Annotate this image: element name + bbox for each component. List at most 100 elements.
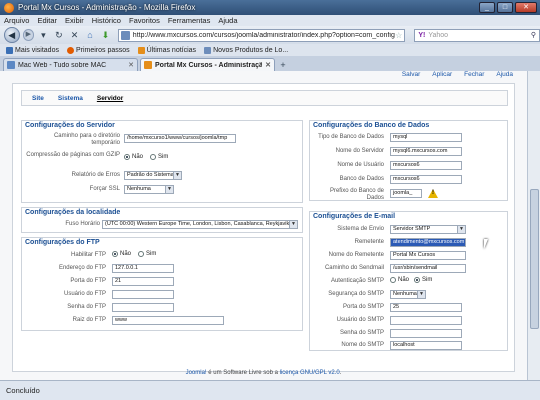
menu-exibir[interactable]: Exibir	[65, 16, 84, 25]
legend-banco: Configurações do Banco de Dados	[313, 122, 430, 129]
window-titlebar: Portal Mx Cursos - Administração - Mozil…	[0, 0, 540, 15]
radio-unselected-icon[interactable]	[138, 251, 144, 257]
chevron-down-icon: ▼	[289, 221, 297, 228]
warning-icon	[428, 189, 438, 198]
maximize-button[interactable]: □	[497, 2, 513, 13]
page-footer: Joomla! é um Software Livre sob a licenç…	[0, 370, 527, 376]
select-envio[interactable]: Servidor SMTP ▼	[390, 225, 466, 234]
input-ftp-user[interactable]	[112, 290, 174, 299]
menu-favoritos[interactable]: Favoritos	[129, 16, 160, 25]
tab-close-icon[interactable]: ✕	[265, 61, 271, 69]
radio-selected-icon[interactable]	[414, 277, 420, 283]
vertical-scrollbar[interactable]	[527, 71, 540, 380]
reload-icon[interactable]: ↻	[53, 29, 66, 42]
legend-localidade: Configurações da localidade	[25, 209, 121, 216]
bookmark-primeiros-passos[interactable]: Primeiros passos	[66, 46, 130, 54]
label-ssl: Forçar SSL	[89, 186, 120, 192]
input-ftp-pass[interactable]	[112, 303, 174, 312]
input-sendmail[interactable]: /usr/sbin/sendmail	[390, 264, 466, 273]
select-fuso[interactable]: (UTC 00:00) Western Europe Time, London,…	[102, 220, 298, 229]
label-gzip: Compressão de páginas com GZIP	[26, 152, 120, 158]
input-servidor-bd[interactable]: mysql6.mxcursos.com	[390, 147, 462, 156]
label-temp-dir: Caminho para o diretório temporário	[53, 133, 120, 146]
home-icon[interactable]: ⌂	[84, 29, 97, 42]
radio-unselected-icon[interactable]	[390, 277, 396, 283]
dropdown-history-icon[interactable]: ▾	[37, 29, 50, 42]
menu-editar[interactable]: Editar	[37, 16, 57, 25]
label-ftp-port: Porta do FTP	[70, 278, 106, 284]
input-banco-bd[interactable]: mxcursos6	[390, 175, 462, 184]
input-porta-smtp[interactable]: 25	[390, 303, 462, 312]
menu-historico[interactable]: Histórico	[92, 16, 121, 25]
input-usuario-bd[interactable]: mxcursos6	[390, 161, 462, 170]
tab-close-icon[interactable]: ✕	[128, 61, 134, 69]
select-seguranca-smtp[interactable]: Nenhuma ▼	[390, 290, 426, 299]
new-tab-icon[interactable]: +	[277, 60, 289, 71]
back-arrow-icon[interactable]: ◀	[4, 27, 20, 43]
input-temp-dir[interactable]: /home/mxcurso1/www/cursos/joomla/tmp	[124, 134, 236, 143]
stop-icon[interactable]: ✕	[68, 29, 81, 42]
tab-servidor[interactable]: Servidor	[97, 95, 123, 102]
chevron-down-icon: ▼	[173, 172, 181, 179]
radio-ftp-yes[interactable]: Sim	[138, 251, 156, 257]
radio-gzip-yes[interactable]: Sim	[150, 154, 168, 160]
minimize-button[interactable]: _	[479, 2, 495, 13]
forward-arrow-icon[interactable]: ▶	[22, 29, 35, 41]
firefox-small-icon	[66, 46, 74, 54]
select-ssl[interactable]: Nenhuma ▼	[124, 185, 174, 194]
radio-gzip-no[interactable]: Não	[124, 154, 143, 160]
bookmark-ultimas-noticias[interactable]: Últimas notícias	[137, 46, 196, 54]
label-tipo-bd: Tipo de Banco de Dados	[318, 134, 384, 140]
license-link[interactable]: licença GNU/GPL v2.0	[280, 370, 340, 376]
radio-auth-yes[interactable]: Sim	[414, 277, 432, 283]
menu-arquivo[interactable]: Arquivo	[4, 16, 29, 25]
fieldset-ftp: Configurações do FTP Habilitar FTP Não S…	[21, 237, 303, 331]
radio-selected-icon[interactable]	[124, 154, 130, 160]
tab-portal-mx-cursos[interactable]: Portal Mx Cursos - Administração ✕	[140, 58, 275, 71]
input-prefixo-bd[interactable]: joomla_	[390, 189, 422, 198]
help-button[interactable]: Ajuda	[496, 71, 513, 78]
yahoo-icon[interactable]: Y!	[418, 32, 425, 39]
bookmark-mais-visitados[interactable]: Mais visitados	[6, 46, 59, 54]
input-remetente[interactable]: atendimento@mxcursos.com	[390, 238, 466, 247]
bookmark-novos-produtos[interactable]: Novos Produtos de Lo...	[204, 46, 288, 54]
tab-site[interactable]: Site	[32, 95, 44, 102]
menu-ajuda[interactable]: Ajuda	[218, 16, 237, 25]
radio-unselected-icon[interactable]	[150, 154, 156, 160]
download-icon[interactable]: ⬇	[99, 29, 112, 42]
footer-text: é um Software Livre sob a	[206, 370, 280, 376]
status-bar: Concluído	[0, 380, 540, 400]
joomla-link[interactable]: Joomla!	[186, 370, 207, 376]
input-tipo-bd[interactable]: mysql	[390, 133, 462, 142]
save-button[interactable]: Salvar	[402, 71, 420, 78]
config-subnav: Site Sistema Servidor	[21, 90, 508, 106]
input-ftp-host[interactable]: 127.0.0.1	[112, 264, 174, 273]
url-text[interactable]: http://www.mxcursos.com/cursos/joomla/ad…	[133, 32, 395, 39]
close-button[interactable]: Fechar	[464, 71, 484, 78]
scrollbar-thumb[interactable]	[530, 189, 539, 329]
bookmark-star-icon[interactable]: ☆	[395, 31, 402, 40]
input-ftp-root[interactable]: www	[112, 316, 224, 325]
search-box[interactable]: Y! Yahoo ⚲	[414, 28, 540, 42]
tab-mac-web[interactable]: Mac Web - Tudo sobre MAC ✕	[3, 58, 138, 71]
input-nome-smtp[interactable]: localhost	[390, 341, 462, 350]
menu-bar: Arquivo Editar Exibir Histórico Favorito…	[0, 15, 540, 26]
input-usuario-smtp[interactable]	[390, 316, 462, 325]
radio-auth-no[interactable]: Não	[390, 277, 409, 283]
tab-sistema[interactable]: Sistema	[58, 95, 83, 102]
label-sendmail: Caminho do Sendmail	[324, 265, 384, 271]
input-ftp-port[interactable]: 21	[112, 277, 174, 286]
select-erros[interactable]: Padrão do Sistema ▼	[124, 171, 182, 180]
chevron-down-icon: ▼	[457, 226, 465, 233]
apply-button[interactable]: Aplicar	[432, 71, 452, 78]
input-senha-smtp[interactable]	[390, 329, 462, 338]
search-placeholder[interactable]: Yahoo	[428, 32, 531, 39]
radio-ftp-no[interactable]: Não	[112, 251, 131, 257]
address-bar[interactable]: http://www.mxcursos.com/cursos/joomla/ad…	[117, 28, 406, 42]
menu-ferramentas[interactable]: Ferramentas	[168, 16, 211, 25]
label-envio: Sistema de Envio	[337, 226, 384, 232]
input-nome-remetente[interactable]: Portal Mx Cursos	[390, 251, 466, 260]
radio-selected-icon[interactable]	[112, 251, 118, 257]
search-icon[interactable]: ⚲	[531, 31, 536, 39]
close-window-button[interactable]: ✕	[515, 2, 537, 13]
